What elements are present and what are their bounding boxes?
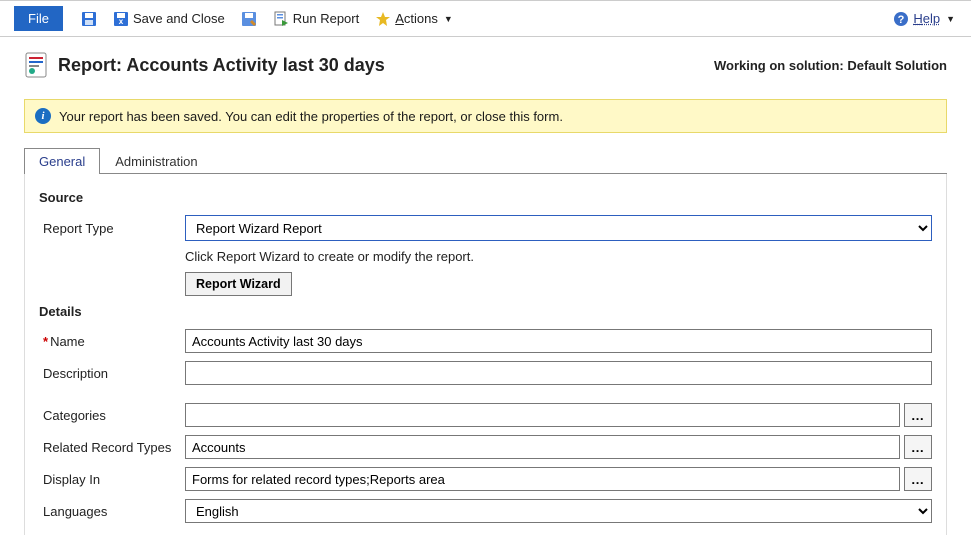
actions-menu[interactable]: Actions ▼: [369, 9, 459, 29]
info-message: Your report has been saved. You can edit…: [59, 109, 563, 124]
save-as-icon: [241, 11, 257, 27]
form-general: Source Report Type Report Wizard Report …: [24, 174, 947, 535]
tab-strip: General Administration: [24, 147, 947, 174]
page-header: Report: Accounts Activity last 30 days W…: [0, 37, 971, 89]
display-in-label: Display In: [39, 472, 175, 487]
run-report-label: Run Report: [293, 11, 359, 26]
save-close-icon: x: [113, 11, 129, 27]
display-in-lookup-button[interactable]: …: [904, 467, 932, 491]
categories-label: Categories: [39, 408, 175, 423]
toolbar: File x Save and Close Run Report Actions…: [0, 1, 971, 37]
description-label: Description: [39, 366, 175, 381]
save-as-button[interactable]: [235, 9, 263, 29]
section-source-title: Source: [39, 190, 932, 205]
run-report-icon: [273, 11, 289, 27]
info-icon: i: [35, 108, 51, 124]
name-label: *Name: [39, 334, 175, 349]
related-record-types-label: Related Record Types: [39, 440, 175, 455]
chevron-down-icon: ▼: [946, 14, 955, 24]
chevron-down-icon: ▼: [444, 14, 453, 24]
display-in-input[interactable]: [185, 467, 900, 491]
name-input[interactable]: [185, 329, 932, 353]
languages-select[interactable]: English: [185, 499, 932, 523]
svg-text:x: x: [119, 17, 124, 26]
save-and-close-label: Save and Close: [133, 11, 225, 26]
save-icon: [81, 11, 97, 27]
actions-label: Actions: [395, 11, 438, 26]
categories-input[interactable]: [185, 403, 900, 427]
related-record-types-input[interactable]: [185, 435, 900, 459]
tab-administration[interactable]: Administration: [100, 148, 212, 174]
save-button[interactable]: [75, 9, 103, 29]
report-type-select[interactable]: Report Wizard Report: [185, 215, 932, 241]
save-and-close-button[interactable]: x Save and Close: [107, 9, 231, 29]
page-title: Report: Accounts Activity last 30 days: [58, 55, 704, 76]
svg-text:?: ?: [898, 14, 905, 26]
report-type-label: Report Type: [39, 221, 175, 236]
run-report-button[interactable]: Run Report: [267, 9, 365, 29]
info-bar: i Your report has been saved. You can ed…: [24, 99, 947, 133]
report-icon: [24, 51, 48, 79]
related-lookup-button[interactable]: …: [904, 435, 932, 459]
file-button[interactable]: File: [14, 6, 63, 31]
languages-label: Languages: [39, 504, 175, 519]
help-menu[interactable]: ? Help ▼: [887, 9, 961, 29]
tab-general[interactable]: General: [24, 148, 100, 174]
description-input[interactable]: [185, 361, 932, 385]
categories-lookup-button[interactable]: …: [904, 403, 932, 427]
section-details-title: Details: [39, 304, 932, 319]
help-icon: ?: [893, 11, 909, 27]
solution-label: Working on solution: Default Solution: [714, 58, 947, 73]
actions-icon: [375, 11, 391, 27]
report-type-hint: Click Report Wizard to create or modify …: [185, 249, 474, 264]
help-label: Help: [913, 11, 940, 26]
report-wizard-button[interactable]: Report Wizard: [185, 272, 292, 296]
